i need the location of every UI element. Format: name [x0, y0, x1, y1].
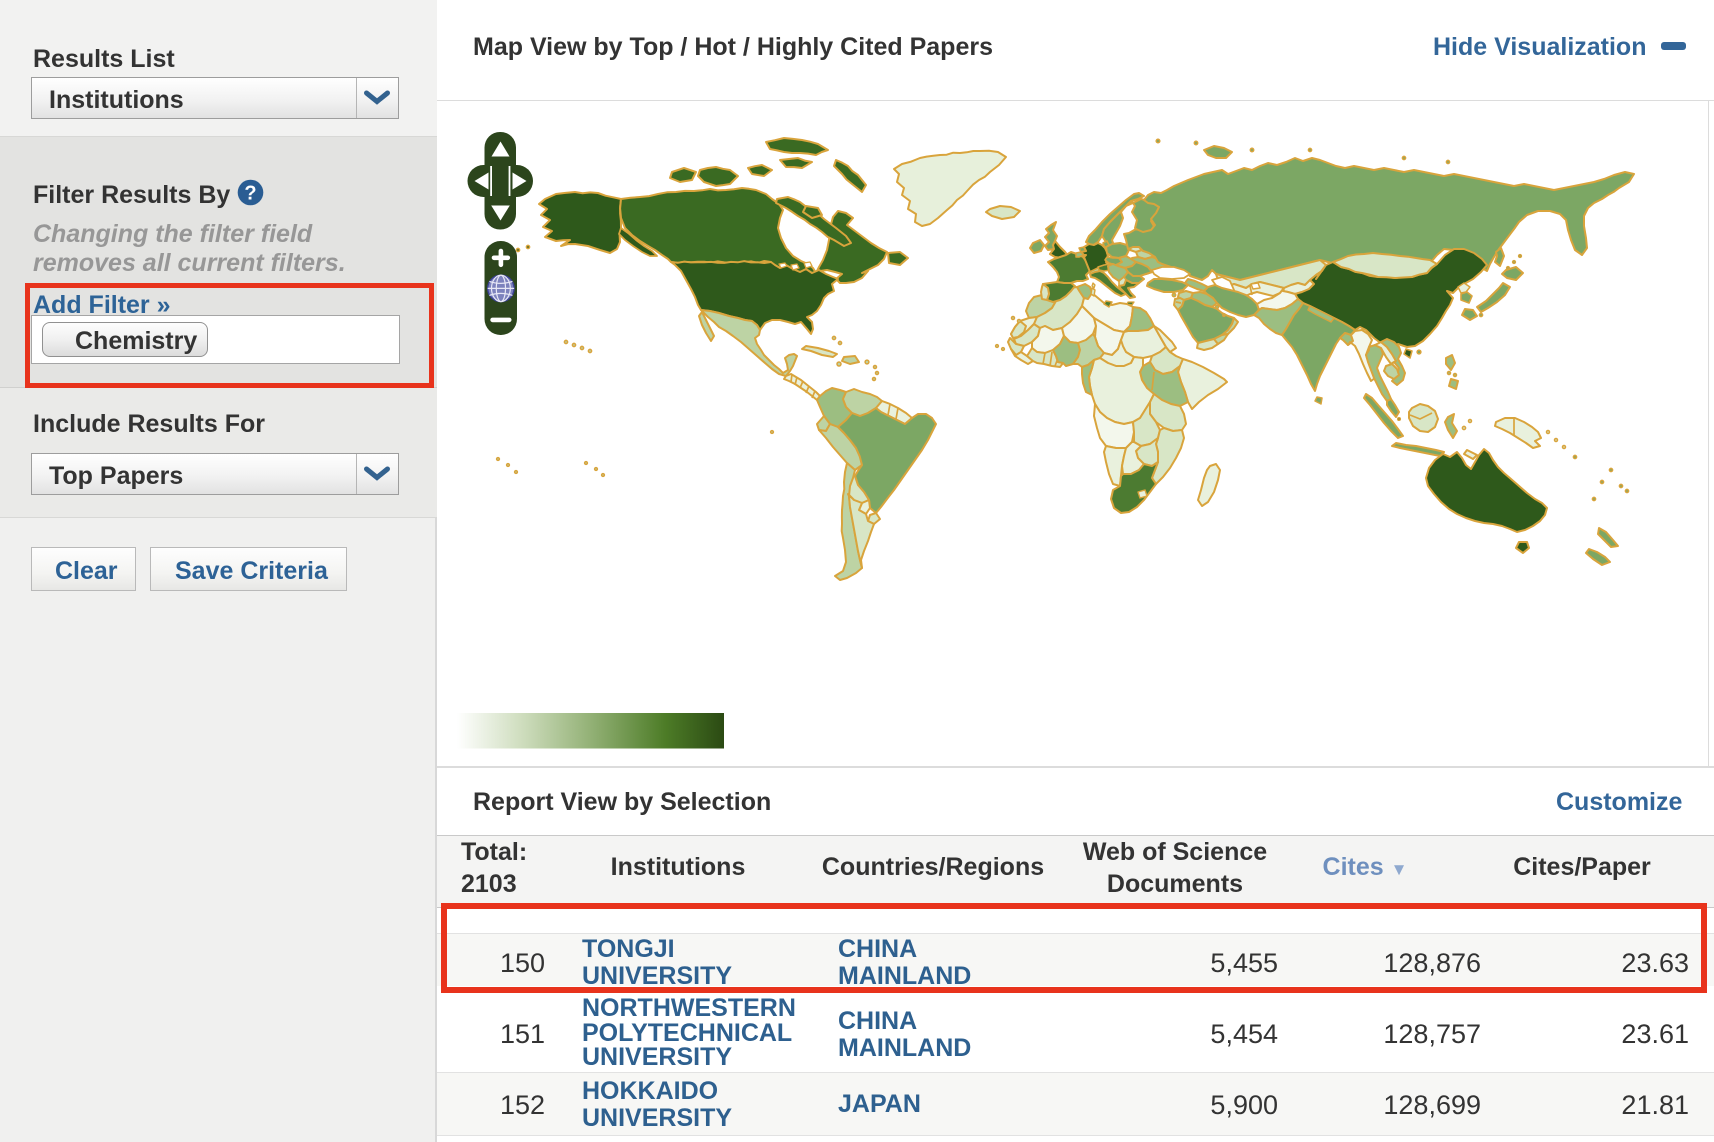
svg-text:?: ? [244, 183, 256, 205]
